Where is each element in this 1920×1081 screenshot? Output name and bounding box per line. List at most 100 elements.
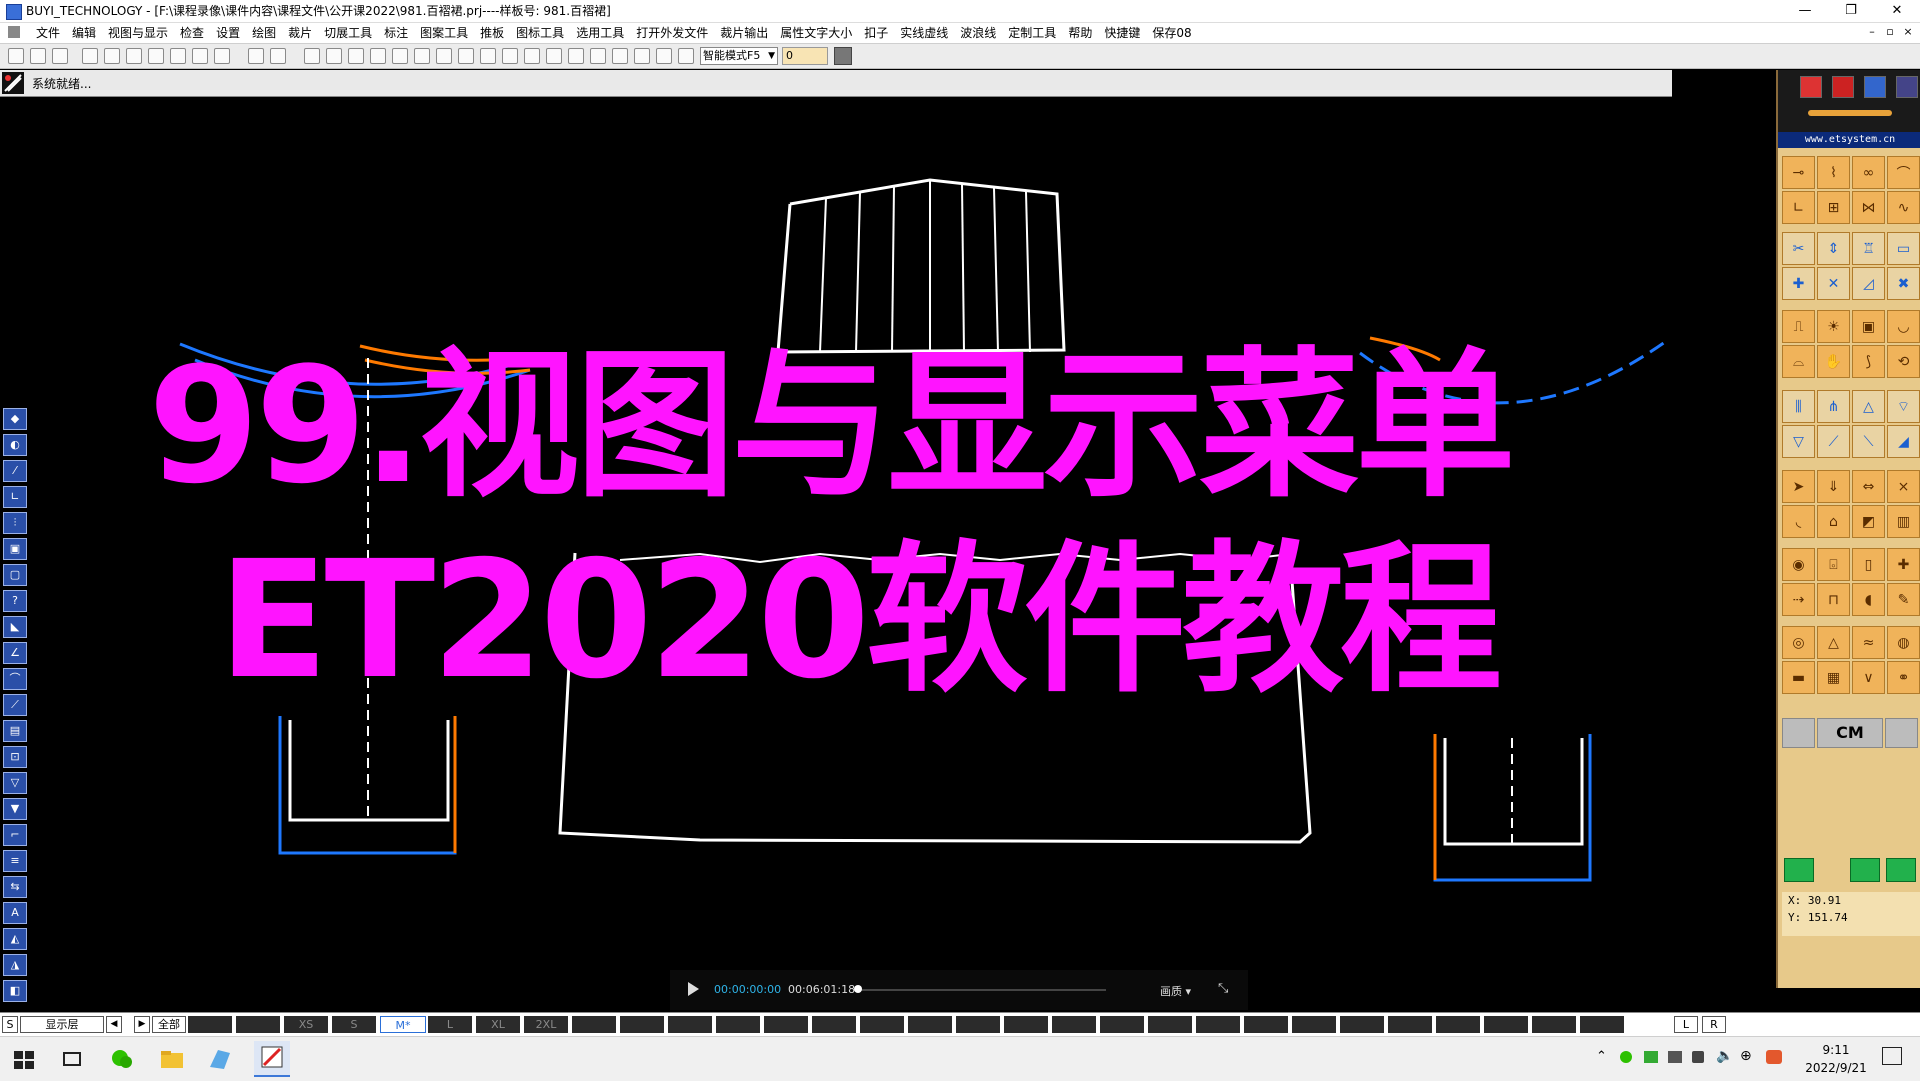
measure-icon[interactable] (612, 48, 628, 64)
select-icon[interactable] (248, 48, 264, 64)
plus-tool-icon[interactable]: ✚ (1887, 548, 1920, 581)
mark-icon[interactable] (656, 48, 672, 64)
curve-tool-icon[interactable]: ⌒ (1887, 156, 1920, 189)
size-cell-empty[interactable] (1580, 1016, 1626, 1033)
tool-curve-icon[interactable]: ◐ (3, 434, 27, 456)
shirt-tool-icon[interactable]: ♖ (1852, 232, 1885, 265)
size-cell-empty[interactable] (716, 1016, 762, 1033)
download-tool-icon[interactable]: ⇓ (1817, 470, 1850, 503)
s-button[interactable]: S (2, 1016, 18, 1033)
menu-item-8[interactable]: 标注 (378, 25, 414, 41)
fold-tool-icon[interactable]: ⟆ (1852, 345, 1885, 378)
tool-text-icon[interactable]: A (3, 902, 27, 924)
tool-angle-icon[interactable]: ∠ (3, 642, 27, 664)
tape-tool-icon[interactable]: ⊸ (1782, 156, 1815, 189)
link-tool-icon[interactable]: ⚭ (1887, 661, 1920, 694)
button-tool-icon[interactable]: ◎ (1782, 626, 1815, 659)
windows-start-icon[interactable] (10, 1045, 38, 1073)
wechat-icon[interactable] (108, 1045, 136, 1073)
menu-item-18[interactable]: 波浪线 (954, 25, 1002, 41)
wave2-tool-icon[interactable]: ≈ (1852, 626, 1885, 659)
stack-tool-icon[interactable]: ⇕ (1817, 232, 1850, 265)
open-file-icon[interactable] (30, 48, 46, 64)
size-cell-M*[interactable]: M* (380, 1016, 426, 1033)
dimension-icon[interactable] (304, 48, 320, 64)
cross-point-icon[interactable] (326, 48, 342, 64)
tool-cone-icon[interactable]: ▼ (3, 798, 27, 820)
clock-time[interactable]: 9:11 (1806, 1043, 1866, 1057)
boat-tool-icon[interactable]: ⌔ (1887, 390, 1920, 423)
grid-tool-icon[interactable]: ⊞ (1817, 191, 1850, 224)
zoom-area-icon[interactable] (170, 48, 186, 64)
unit-cm-button[interactable]: CM (1817, 718, 1883, 748)
hanger-icon[interactable] (502, 48, 518, 64)
menu-item-20[interactable]: 帮助 (1062, 25, 1098, 41)
size-cell-empty[interactable] (1388, 1016, 1434, 1033)
menu-item-11[interactable]: 图标工具 (510, 25, 570, 41)
menu-item-6[interactable]: 裁片 (282, 25, 318, 41)
dart-tool-icon[interactable]: ▽ (1782, 425, 1815, 458)
door-tool-icon[interactable]: ▯ (1852, 548, 1885, 581)
boot-tool-icon[interactable]: ◟ (1782, 505, 1815, 538)
tape2-tool-icon[interactable]: ▬ (1782, 661, 1815, 694)
menu-item-15[interactable]: 属性文字大小 (774, 25, 858, 41)
menu-item-2[interactable]: 视图与显示 (102, 25, 174, 41)
quality-button[interactable]: 画质 ▾ (1160, 983, 1191, 999)
sleeve-tool-icon[interactable]: ◡ (1887, 310, 1920, 343)
size-cell-empty[interactable] (956, 1016, 1002, 1033)
tool-rect-icon[interactable]: ▣ (3, 538, 27, 560)
size-cell-empty[interactable] (1052, 1016, 1098, 1033)
size-cell-empty[interactable] (1484, 1016, 1530, 1033)
size-cell-empty[interactable] (1148, 1016, 1194, 1033)
parallel-icon[interactable] (436, 48, 452, 64)
blank-tool[interactable] (1782, 718, 1815, 748)
cut-tool-icon[interactable]: ⨯ (1887, 470, 1920, 503)
angle-tool-icon[interactable]: ∟ (1782, 191, 1815, 224)
layer-select[interactable]: 显示层 (20, 1016, 104, 1033)
play-icon[interactable] (688, 982, 699, 996)
all-sizes-button[interactable]: 全部 (152, 1016, 186, 1033)
bottle-tool-icon[interactable]: ◖ (1852, 583, 1885, 616)
task-view-icon[interactable] (58, 1045, 86, 1073)
tool-line-icon[interactable]: ⁄ (3, 460, 27, 482)
menu-item-22[interactable]: 保存08 (1146, 25, 1197, 41)
needle-tool-icon[interactable]: ⟍ (1852, 425, 1885, 458)
size-cell-empty[interactable] (1196, 1016, 1242, 1033)
pocket-tool-icon[interactable]: ▭ (1887, 232, 1920, 265)
next-arrow-icon[interactable]: ▶ (134, 1016, 150, 1033)
vee-tool-icon[interactable]: ∨ (1852, 661, 1885, 694)
notification-icon[interactable] (1882, 1047, 1902, 1065)
ruler-tool-icon[interactable]: ▥ (1887, 505, 1920, 538)
size-cell-empty[interactable] (1244, 1016, 1290, 1033)
shirt-green-icon[interactable] (1784, 858, 1814, 882)
rotate-icon[interactable] (370, 48, 386, 64)
calc-icon[interactable] (634, 48, 650, 64)
tool-funnel-icon[interactable]: ▽ (3, 772, 27, 794)
tool-help-icon[interactable]: ? (3, 590, 27, 612)
tool-align-icon[interactable]: ≡ (3, 850, 27, 872)
size-cell-empty[interactable] (1532, 1016, 1578, 1033)
size-cell-empty[interactable] (1100, 1016, 1146, 1033)
size-cell-empty[interactable] (812, 1016, 858, 1033)
restore-button[interactable]: ❐ (1828, 0, 1874, 22)
curve-icon[interactable] (480, 48, 496, 64)
size-cell-L[interactable]: L (428, 1016, 474, 1033)
settings-icon[interactable] (678, 48, 694, 64)
size-cell-XS[interactable]: XS (284, 1016, 330, 1033)
menu-item-12[interactable]: 选用工具 (570, 25, 630, 41)
close-button[interactable]: ✕ (1874, 0, 1920, 22)
spool-tool-icon[interactable]: ◉ (1782, 548, 1815, 581)
cross-tool-icon[interactable]: ✕ (1817, 267, 1850, 300)
fork-icon[interactable] (392, 48, 408, 64)
size-cell-empty[interactable] (1004, 1016, 1050, 1033)
scissors-tool-icon[interactable]: ✂ (1782, 232, 1815, 265)
save-icon[interactable] (52, 48, 68, 64)
progress-track[interactable] (858, 989, 1106, 991)
size-cell-empty[interactable] (1340, 1016, 1386, 1033)
hanger-tool-icon[interactable]: ⊓ (1817, 583, 1850, 616)
menu-item-7[interactable]: 切展工具 (318, 25, 378, 41)
fit-window-icon[interactable] (126, 48, 142, 64)
tool-piece-icon[interactable]: ◧ (3, 980, 27, 1002)
jacket-green-icon[interactable] (1886, 858, 1916, 882)
drop-tool-icon[interactable]: ◍ (1887, 626, 1920, 659)
